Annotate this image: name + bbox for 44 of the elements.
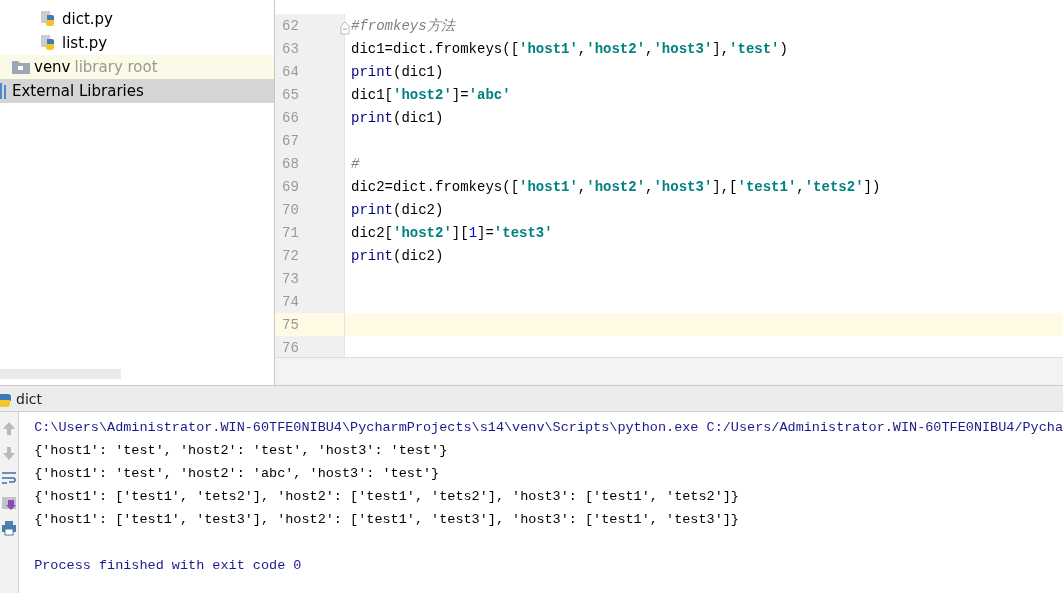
line-number: 74	[275, 290, 345, 313]
tree-item[interactable]: list.py	[0, 31, 274, 55]
scroll-to-end-icon[interactable]	[1, 495, 18, 511]
line-number: 62	[275, 14, 345, 37]
console-output-line: {'host1': 'test', 'host2': 'test', 'host3': 'test'}	[34, 442, 449, 460]
soft-wrap-icon[interactable]	[1, 470, 18, 486]
console-output-line: {'host1': 'test', 'host2': 'abc', 'host3': 'test'}	[34, 465, 441, 483]
folder-icon	[12, 60, 30, 74]
line-number: 72	[275, 244, 345, 267]
tree-item[interactable]: dict.py	[0, 7, 274, 31]
line-number: 69	[275, 175, 345, 198]
code-line: print(dic1)	[351, 109, 444, 126]
line-number: 71	[275, 221, 345, 244]
code-line: dic2['host2'][1]='test3'	[351, 224, 553, 241]
fold-icon[interactable]	[340, 20, 350, 35]
line-number: 70	[275, 198, 345, 221]
code-line: dic1=dict.fromkeys(['host1','host2','host3'],'test')	[351, 40, 788, 57]
console-output-line: {'host1': ['test1', 'tets2'], 'host2': ['test1', 'tets2'], 'host3': ['test1', 'tets2']}	[34, 488, 740, 506]
code-comment: #	[351, 155, 360, 172]
code-line: print(dic1)	[351, 63, 444, 80]
line-number: 73	[275, 267, 345, 290]
tree-item[interactable]: External Libraries	[0, 79, 274, 103]
code-line: dic2=dict.fromkeys(['host1','host2','host3'],['test1','tets2'])	[351, 178, 881, 195]
library-icon	[0, 83, 8, 99]
run-tab-title[interactable]: dict	[16, 390, 42, 407]
line-number: 68	[275, 152, 345, 175]
code-comment: #fromkeys方法	[351, 16, 455, 35]
console-output-line: Process finished with exit code 0	[34, 557, 303, 575]
console-output-line: C:\Users\Administrator.WIN-60TFE0NIBU4\PycharmProjects\s14\venv\Scripts\python.exe C:/Users/Administrator.WIN-60TFE0NIBU4/Pycha	[34, 419, 1063, 437]
up-arrow-icon[interactable]	[1, 420, 18, 436]
tree-item-note: library root	[74, 58, 158, 76]
down-arrow-icon[interactable]	[1, 445, 18, 461]
console-output-line: {'host1': ['test1', 'test3'], 'host2': ['test1', 'test3'], 'host3': ['test1', 'test3']}	[34, 511, 740, 529]
print-icon[interactable]	[1, 520, 18, 536]
tree-item[interactable]: venv library root	[0, 55, 274, 79]
line-number: 65	[275, 83, 345, 106]
code-line: print(dic2)	[351, 247, 444, 264]
code-line: print(dic2)	[351, 201, 444, 218]
line-number: 63	[275, 37, 345, 60]
line-number: 66	[275, 106, 345, 129]
line-number: 76	[275, 336, 345, 357]
code-line: dic1['host2']='abc'	[351, 86, 511, 103]
line-number: 67	[275, 129, 345, 152]
line-number: 64	[275, 60, 345, 83]
